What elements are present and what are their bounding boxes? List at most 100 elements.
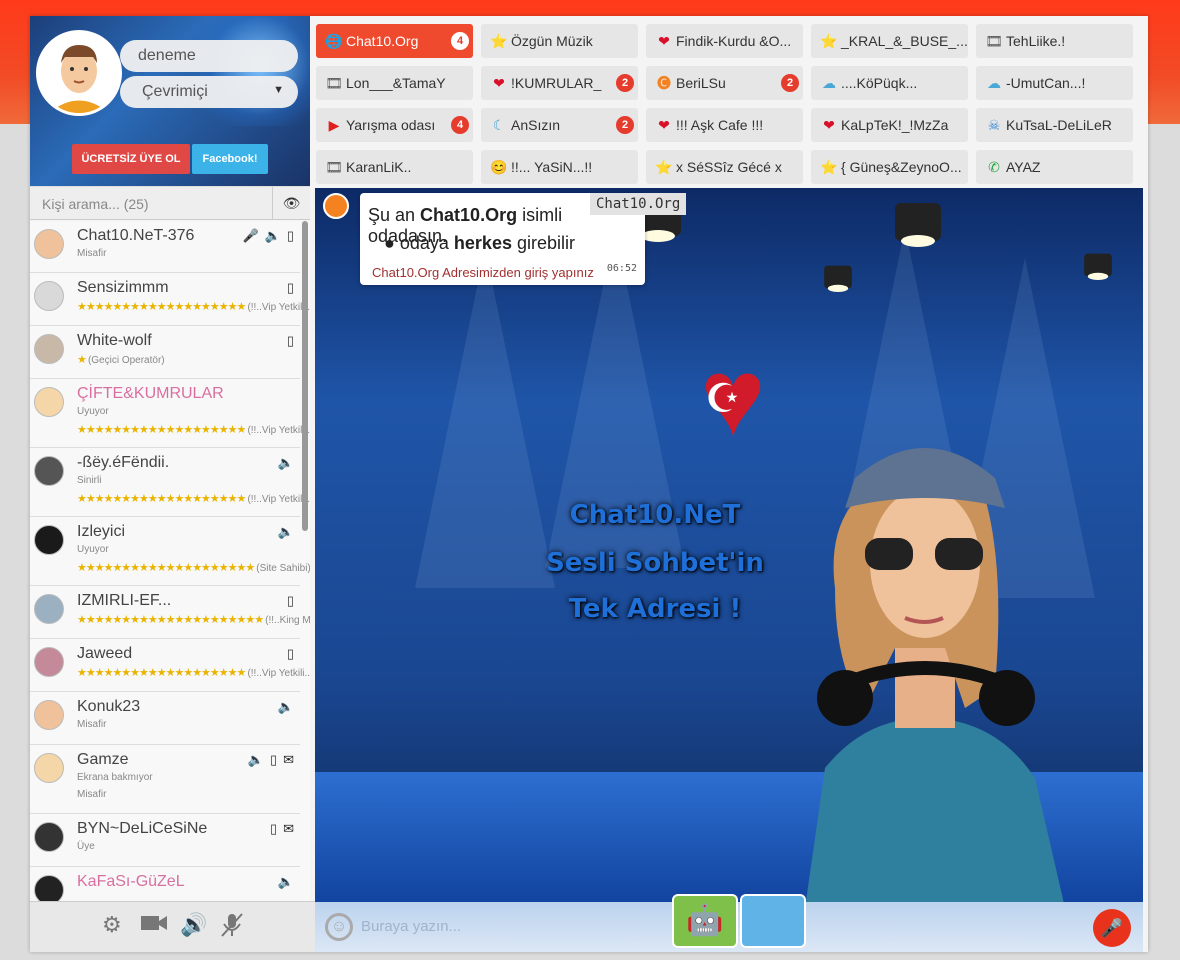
room-info-footer: Chat10.Org Adresimizden giriş yapınız bbox=[372, 265, 594, 280]
username-field[interactable]: deneme bbox=[120, 40, 298, 72]
room-tab[interactable]: ☠ KuTsaL-DeLiLeR bbox=[976, 108, 1133, 142]
emoji-icon[interactable]: ☺ bbox=[325, 913, 353, 941]
user-name[interactable]: Chat10.NeT-376 bbox=[77, 227, 194, 245]
user-name[interactable]: White-wolf bbox=[77, 332, 152, 350]
user-name[interactable]: KaFaSı-GüZeL bbox=[77, 873, 185, 891]
user-name[interactable]: ÇİFTE&KUMRULAR bbox=[77, 385, 224, 403]
facebook-button[interactable]: Facebook! bbox=[192, 144, 268, 174]
heart-icon: ❤ bbox=[493, 75, 505, 91]
room-tab[interactable]: ✆ AYAZ bbox=[976, 150, 1133, 184]
rank-label: (!!..Vip Yetkili... bbox=[247, 494, 310, 505]
room-tab[interactable]: ▶ Yarışma odası 4 bbox=[316, 108, 473, 142]
star-icon: ★ bbox=[77, 354, 87, 366]
user-name[interactable]: Konuk23 bbox=[77, 698, 140, 716]
user-status: Ekrana bakmıyor bbox=[77, 772, 153, 783]
room-tab[interactable]: ❤ !KUMRULAR_ 2 bbox=[481, 66, 638, 100]
room-label: !!! Aşk Cafe !!! bbox=[676, 117, 764, 133]
user-list-scrollbar[interactable] bbox=[302, 221, 308, 531]
room-tab[interactable]: 🎞 KaranLiK.. bbox=[316, 150, 473, 184]
status-label: Çevrimiçi bbox=[142, 83, 208, 100]
avatar[interactable] bbox=[34, 229, 64, 259]
status-select[interactable]: Çevrimiçi ▼ bbox=[120, 76, 298, 108]
user-name[interactable]: Izleyici bbox=[77, 523, 125, 541]
list-item[interactable]: Izleyici Uyuyor ★★★★★★★★★★★★★★★★★★★★ (Site… bbox=[30, 517, 310, 586]
user-name[interactable]: Sensizimmm bbox=[77, 279, 169, 297]
android-icon[interactable]: 🤖 bbox=[672, 894, 738, 948]
avatar[interactable] bbox=[34, 647, 64, 677]
room-tab[interactable]: ❤ KaLpTeK!_!MzZa bbox=[811, 108, 968, 142]
spotlight bbox=[824, 265, 852, 292]
room-tab[interactable]: ⭐ _KRAL_&_BUSE_... bbox=[811, 24, 968, 58]
room-tab[interactable]: ☾ AnSızın 2 bbox=[481, 108, 638, 142]
unread-badge: 2 bbox=[781, 74, 799, 92]
avatar[interactable] bbox=[34, 387, 64, 417]
room-tab[interactable]: 🎞 Lon___&TamaY bbox=[316, 66, 473, 100]
room-label: KaranLiK.. bbox=[346, 159, 412, 175]
microphone-button[interactable]: 🎤 bbox=[1093, 909, 1131, 947]
list-item[interactable]: KaFaSı-GüZeL 🔈 bbox=[30, 867, 300, 901]
avatar[interactable] bbox=[36, 30, 122, 116]
avatar[interactable] bbox=[34, 334, 64, 364]
avatar[interactable] bbox=[34, 700, 64, 730]
list-item[interactable]: BYN~DeLiCeSiNe Üye ▯ ✉ bbox=[30, 814, 300, 867]
avatar[interactable] bbox=[34, 456, 64, 486]
user-search[interactable]: Kişi arama... (25) 👁 bbox=[30, 186, 310, 220]
apple-icon[interactable] bbox=[740, 894, 806, 948]
user-name[interactable]: Jaweed bbox=[77, 645, 132, 663]
mic-off-icon[interactable] bbox=[220, 912, 244, 944]
room-tag: Chat10.Org bbox=[590, 193, 687, 215]
room-tab[interactable]: 🎞 TehLiike.! bbox=[976, 24, 1133, 58]
room-tab[interactable]: 🌐 Chat10.Org 4 bbox=[316, 24, 473, 58]
mobile-icon: ▯ bbox=[286, 593, 294, 608]
cloud-icon: ☁ bbox=[987, 75, 1001, 91]
avatar[interactable] bbox=[34, 594, 64, 624]
smiley-icon: 😊 bbox=[490, 159, 508, 175]
user-name[interactable]: BYN~DeLiCeSiNe bbox=[77, 820, 207, 838]
user-name[interactable]: Gamze bbox=[77, 751, 129, 769]
mobile-icon: ▯ bbox=[269, 752, 278, 767]
speaker-icon[interactable]: 🔊 bbox=[180, 912, 207, 938]
user-icons: 🔈 bbox=[272, 874, 294, 890]
avatar[interactable] bbox=[34, 753, 64, 783]
list-item[interactable]: ÇİFTE&KUMRULAR Uyuyor ★★★★★★★★★★★★★★★★★★★ … bbox=[30, 379, 310, 448]
user-status: Uyuyor bbox=[77, 544, 109, 555]
film-icon: 🎞 bbox=[985, 33, 1003, 49]
list-item[interactable]: White-wolf ★ (Geçici Operatör) ▯ bbox=[30, 326, 300, 379]
room-tab[interactable]: ☁ -UmutCan...! bbox=[976, 66, 1133, 100]
user-name[interactable]: -ßëy.éFëndii. bbox=[77, 454, 169, 472]
room-tab[interactable]: ☁ ....KöPüqk... bbox=[811, 66, 968, 100]
search-input[interactable]: Kişi arama... (25) bbox=[42, 196, 149, 212]
user-icons: 🔈 ▯ ✉ bbox=[242, 752, 294, 768]
room-label: Özgün Müzik bbox=[511, 33, 593, 49]
room-tab[interactable]: 😊!!... YaSiN...!! bbox=[481, 150, 638, 184]
moon-icon: ☾ bbox=[492, 117, 506, 133]
eye-icon[interactable]: 👁 bbox=[272, 187, 310, 220]
rank-stars: ★★★★★★★★★★★★★★★★★★★★ (Site Sahibi) bbox=[77, 561, 310, 574]
user-icons: ▯ bbox=[281, 646, 294, 662]
avatar[interactable] bbox=[34, 281, 64, 311]
camera-icon[interactable] bbox=[140, 912, 168, 940]
avatar[interactable] bbox=[34, 875, 64, 901]
avatar[interactable] bbox=[34, 822, 64, 852]
room-tab[interactable]: 🅒 BeriLSu 2 bbox=[646, 66, 803, 100]
list-item[interactable]: Chat10.NeT-376 Misafir 🎤 🔈 ▯ bbox=[30, 221, 300, 273]
avatar[interactable] bbox=[34, 525, 64, 555]
register-button[interactable]: ÜCRETSİZ ÜYE OL bbox=[72, 144, 190, 174]
room-tab[interactable]: ⭐{ Güneş&ZeynoO... bbox=[811, 150, 968, 184]
room-label: AnSızın bbox=[511, 117, 561, 133]
room-tab[interactable]: ⭐ Özgün Müzik bbox=[481, 24, 638, 58]
list-item[interactable]: Konuk23 Misafir 🔈 bbox=[30, 692, 300, 745]
list-item[interactable]: Gamze Ekrana bakmıyor Misafir 🔈 ▯ ✉ bbox=[30, 745, 300, 814]
room-tab[interactable]: ⭐ x SéSSîz Gécé x bbox=[646, 150, 803, 184]
list-item[interactable]: IZMIRLI-EF... ★★★★★★★★★★★★★★★★★★★★★ (!!..… bbox=[30, 586, 310, 639]
list-item[interactable]: -ßëy.éFëndii. Sinirli ★★★★★★★★★★★★★★★★★★★ … bbox=[30, 448, 310, 517]
speaker-icon: 🔈 bbox=[277, 524, 294, 539]
user-name[interactable]: IZMIRLI-EF... bbox=[77, 592, 171, 610]
list-item[interactable]: Jaweed ★★★★★★★★★★★★★★★★★★★ (!!..Vip Yetki… bbox=[30, 639, 310, 692]
room-tab[interactable]: ❤ !!! Aşk Cafe !!! bbox=[646, 108, 803, 142]
room-tab[interactable]: ❤ Findik-Kurdu &O... bbox=[646, 24, 803, 58]
list-item[interactable]: Sensizimmm ★★★★★★★★★★★★★★★★★★★ (!!..Vip Y… bbox=[30, 273, 310, 326]
message-input[interactable]: Buraya yazın... bbox=[361, 918, 461, 935]
gear-icon[interactable]: ⚙ bbox=[102, 912, 122, 938]
heart-icon: ❤ bbox=[658, 33, 670, 49]
